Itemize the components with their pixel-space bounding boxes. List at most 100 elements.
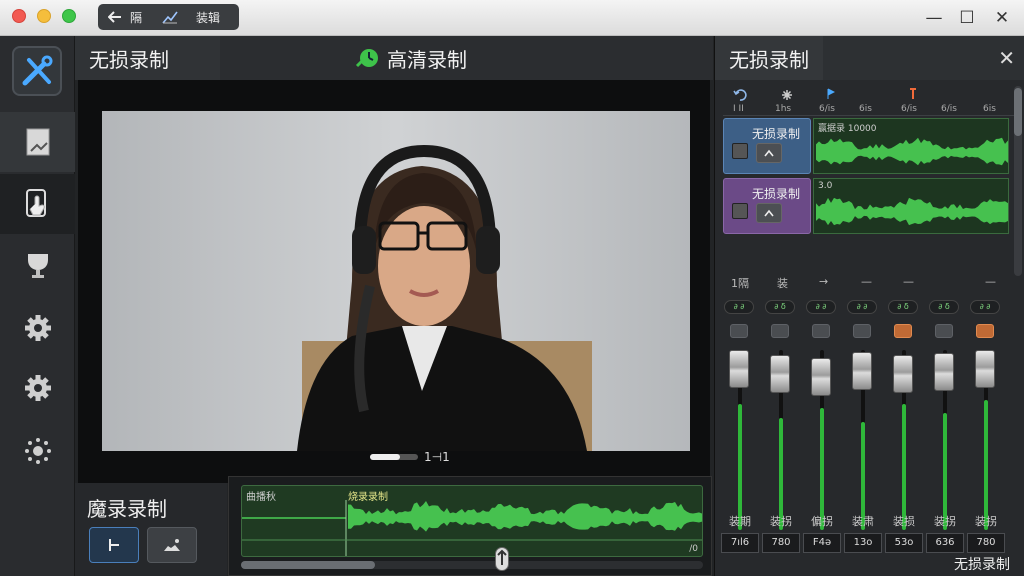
ruler-mark-2: 6/is [819,104,835,114]
mute-button[interactable] [853,324,871,338]
back-button[interactable]: 隔 [98,9,142,26]
mute-button[interactable] [894,324,912,338]
pan-knob[interactable]: ∂ ∂ [970,300,1000,314]
playback-position[interactable]: 1⊣1 [370,450,450,464]
channel-value[interactable]: 636 [926,533,964,553]
rail-item-brightness[interactable] [0,421,75,481]
mixer-close-button[interactable]: ✕ [998,46,1015,70]
channel-value[interactable]: 780 [762,533,800,553]
channel-strip-3: ∂ ∂ 偏拐 F4ə [801,300,843,560]
rail-item-touch[interactable] [0,174,75,234]
mixer-scroll-thumb[interactable] [1014,88,1022,136]
mute-button[interactable] [730,324,748,338]
effects-button[interactable] [147,527,197,563]
tool-0[interactable]: 1隔 [731,275,749,291]
volume-fader[interactable] [811,358,831,396]
mixer-panel: 无损录制 ✕ I II 1hs 6/is 6is 6/is 6/is 6is 无… [714,36,1024,576]
channel-label: 装拐 [770,515,792,528]
rail-item-preferences[interactable] [0,358,75,418]
person-image [102,111,690,451]
pan-knob[interactable]: ∂ ∂ [847,300,877,314]
tool-3[interactable]: — [861,275,872,288]
channel-value[interactable]: 13o [844,533,882,553]
volume-fader[interactable] [934,353,954,391]
track-row-1[interactable]: 无损录制 赢据录 10000 [723,118,1011,174]
waveform-end-label: /0 [689,544,698,554]
timeline-scroll-thumb[interactable] [241,561,375,569]
ruler-mark-3: 6is [859,104,872,114]
close-button[interactable]: ✕ [990,6,1014,30]
mixer-scrollbar[interactable] [1014,86,1022,276]
track-row-2[interactable]: 无损录制 3.0 [723,178,1011,234]
video-time-label: 1⊣1 [424,450,450,464]
mute-button[interactable] [935,324,953,338]
recording-label: 魔录录制 [87,497,167,521]
gear-icon [24,375,51,401]
channel-label: 装损 [893,515,915,528]
volume-fader[interactable] [975,350,995,388]
tool-5[interactable]: — [985,275,996,288]
asterisk-icon[interactable] [781,89,793,101]
volume-fader[interactable] [729,350,749,388]
channel-strip-5: ∂ δ 装损 53o [883,300,925,560]
minimize-button[interactable]: — [922,6,946,30]
pan-knob[interactable]: ∂ δ [765,300,795,314]
rail-item-document[interactable] [0,112,75,172]
chart-button[interactable] [162,10,178,24]
tool-2[interactable]: → [819,275,828,288]
channel-value[interactable]: F4ə [803,533,841,553]
ruler-mark-5: 6/is [941,104,957,114]
pan-knob[interactable]: ∂ ∂ [806,300,836,314]
volume-fader[interactable] [770,355,790,393]
level-meter [820,408,824,530]
volume-fader[interactable] [852,352,872,390]
rail-item-settings[interactable] [0,298,75,358]
track-arm-button-1[interactable] [756,143,782,163]
rail-item-cup[interactable] [0,236,75,296]
undo-icon[interactable] [733,88,747,102]
channel-value[interactable]: 7ıl6 [721,533,759,553]
mute-button[interactable] [771,324,789,338]
video-preview [78,80,710,483]
track-checkbox-1[interactable] [732,143,748,159]
track-checkbox-2[interactable] [732,203,748,219]
volume-fader[interactable] [893,355,913,393]
channel-value[interactable]: 53o [885,533,923,553]
red-marker-icon[interactable] [909,88,917,100]
tool-4[interactable]: — [903,275,914,288]
split-button[interactable] [89,527,139,563]
pan-knob[interactable]: ∂ δ [929,300,959,314]
channel-value[interactable]: 780 [967,533,1005,553]
playhead-handle[interactable] [495,547,509,571]
mixer-ruler: I II 1hs 6/is 6is 6/is 6/is 6is [723,86,1015,116]
track-label-2[interactable]: 无损录制 [723,178,811,234]
up-arrow-icon [497,549,507,565]
track-label-1[interactable]: 无损录制 [723,118,811,174]
ruler-mark-0: I II [733,104,744,114]
pan-knob[interactable]: ∂ δ [888,300,918,314]
channel-label: 装拐 [934,515,956,528]
track-arm-button-2[interactable] [756,203,782,223]
blue-marker-icon[interactable] [827,88,835,100]
minimize-traffic-light[interactable] [37,9,51,23]
timeline-scrollbar[interactable] [241,561,703,569]
mute-button[interactable] [812,324,830,338]
track-wave-1[interactable]: 赢据录 10000 [813,118,1009,174]
channel-strip-2: ∂ δ 装拐 780 [760,300,802,560]
channel-label: 装期 [729,515,751,528]
app-logo[interactable] [12,46,62,96]
waveform-track[interactable]: 曲播秋 烧录录制 /0 [241,485,703,557]
maximize-button[interactable]: ☐ [955,6,979,30]
center-header: 无损录制 高清录制 [75,36,713,80]
level-meter [738,404,742,530]
tool-1[interactable]: 装 [777,275,788,291]
mute-button[interactable] [976,324,994,338]
zoom-traffic-light[interactable] [62,9,76,23]
tab-lossless-recording[interactable]: 无损录制 [75,36,220,80]
edit-label[interactable]: 装辑 [196,9,220,26]
level-meter [902,404,906,530]
pan-knob[interactable]: ∂ ∂ [724,300,754,314]
document-icon [26,128,49,156]
close-traffic-light[interactable] [12,9,26,23]
track-wave-2[interactable]: 3.0 [813,178,1009,234]
